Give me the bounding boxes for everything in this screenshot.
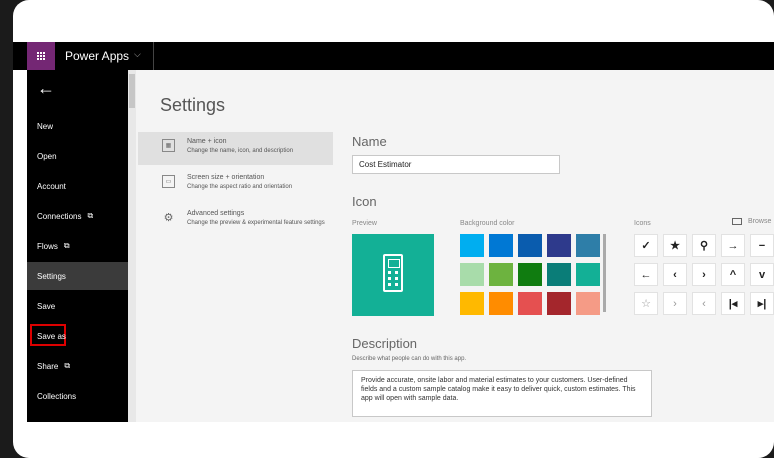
arrow-left-icon[interactable]: ← (634, 263, 658, 286)
color-swatch[interactable] (518, 263, 542, 286)
sidebar-item-collections[interactable]: Collections (27, 382, 128, 410)
search-icon[interactable]: ⚲ (692, 234, 716, 257)
settings-menu-screen-size[interactable]: ▭ Screen size + orientation Change the a… (138, 168, 333, 201)
sidebar-item-connections[interactable]: Connections ⧉ (27, 202, 128, 230)
sidebar-item-settings[interactable]: Settings (27, 262, 128, 290)
name-icon-icon: ▦ (162, 139, 175, 152)
color-swatch[interactable] (460, 292, 484, 315)
sidebar-item-label: Connections (37, 211, 82, 221)
sidebar-scrollbar[interactable] (128, 70, 136, 422)
color-swatch[interactable] (489, 234, 513, 257)
app-name-input[interactable]: Cost Estimator (352, 155, 560, 174)
external-link-icon: ⧉ (87, 211, 94, 220)
sidebar-item-label: Share (37, 361, 59, 371)
description-hint: Describe what people can do with this ap… (352, 356, 467, 362)
power-apps-window: Power Apps ⌵ ← New Open Account Connecti… (13, 42, 774, 422)
top-bar: Power Apps ⌵ (13, 42, 774, 70)
color-swatch[interactable] (547, 292, 571, 315)
browse-label: Browse (748, 218, 772, 225)
sidebar-item-save[interactable]: Save (27, 292, 128, 320)
palette-scrollbar[interactable] (603, 234, 606, 312)
chevron-right-icon[interactable]: › (692, 263, 716, 286)
star-icon[interactable]: ★ (663, 234, 687, 257)
icon-preview (352, 234, 434, 316)
settings-content: Settings ▦ Name + icon Change the name, … (136, 70, 774, 422)
calculator-icon (383, 254, 403, 292)
color-swatch[interactable] (460, 263, 484, 286)
app-launcher-icon[interactable] (27, 42, 55, 70)
page-title: Settings (160, 95, 226, 115)
screen-size-icon: ▭ (162, 175, 175, 188)
sidebar-item-label: Settings (37, 271, 66, 281)
sidebar-item-account[interactable]: Account (27, 172, 128, 200)
minus-icon[interactable]: − (750, 234, 774, 257)
color-swatch[interactable] (547, 263, 571, 286)
sidebar-item-save-as[interactable]: Save as (27, 322, 128, 350)
sidebar-item-label: Flows (37, 241, 58, 251)
chevron-down-icon[interactable]: v (750, 263, 774, 286)
chevron-down-icon[interactable]: ⌵ (134, 49, 141, 60)
sidebar-item-label: Open (37, 151, 57, 161)
folder-icon (732, 218, 742, 225)
color-swatch[interactable] (518, 292, 542, 315)
sidebar-item-label: Collections (37, 391, 77, 401)
color-swatch[interactable] (576, 263, 600, 286)
sidebar-item-flows[interactable]: Flows ⧉ (27, 232, 128, 260)
preview-label: Preview (352, 220, 377, 227)
sidebar-item-label: New (37, 121, 54, 131)
color-swatch[interactable] (518, 234, 542, 257)
back-arrow-icon[interactable]: ← (37, 78, 55, 99)
color-swatch[interactable] (489, 263, 513, 286)
skip-forward-icon[interactable]: ▸| (750, 292, 774, 315)
chevron-left-outline-icon[interactable]: ‹ (692, 292, 716, 315)
menu-item-subtitle: Change the preview & experimental featur… (187, 220, 325, 226)
menu-item-title: Screen size + orientation (187, 174, 265, 181)
sidebar-item-share[interactable]: Share ⧉ (27, 352, 128, 380)
sidebar-item-label: Save (37, 301, 56, 311)
skip-back-icon[interactable]: |◂ (721, 292, 745, 315)
icons-label: Icons (634, 220, 651, 227)
sidebar-item-open[interactable]: Open (27, 142, 128, 170)
gear-icon: ⚙ (163, 212, 174, 224)
chevron-up-icon[interactable]: ^ (721, 263, 745, 286)
settings-menu-advanced[interactable]: ⚙ Advanced settings Change the preview &… (138, 204, 333, 237)
divider (153, 42, 154, 70)
icon-heading: Icon (352, 194, 377, 209)
chevron-right-outline-icon[interactable]: › (663, 292, 687, 315)
sidebar-item-new[interactable]: New (27, 112, 128, 140)
background-color-label: Background color (460, 220, 515, 227)
color-swatch[interactable] (460, 234, 484, 257)
chevron-left-icon[interactable]: ‹ (663, 263, 687, 286)
menu-item-subtitle: Change the aspect ratio and orientation (187, 184, 293, 190)
menu-item-title: Name + icon (187, 138, 227, 145)
name-heading: Name (352, 134, 387, 149)
check-icon[interactable]: ✓ (634, 234, 658, 257)
color-swatch[interactable] (576, 292, 600, 315)
menu-item-title: Advanced settings (187, 210, 245, 217)
settings-menu-name-icon[interactable]: ▦ Name + icon Change the name, icon, and… (138, 132, 333, 165)
file-sidebar: ← New Open Account Connections ⧉ Flows ⧉ S… (27, 70, 128, 422)
color-swatch[interactable] (547, 234, 571, 257)
arrow-right-icon[interactable]: → (721, 234, 745, 257)
description-textarea[interactable]: Provide accurate, onsite labor and mater… (352, 370, 652, 417)
external-link-icon: ⧉ (63, 241, 70, 250)
app-title[interactable]: Power Apps (65, 49, 129, 63)
browse-button[interactable]: Browse (732, 218, 771, 225)
external-link-icon: ⧉ (64, 361, 71, 370)
scrollbar-thumb[interactable] (129, 74, 135, 108)
color-swatch[interactable] (489, 292, 513, 315)
sidebar-item-label: Account (37, 181, 66, 191)
description-heading: Description (352, 336, 418, 351)
star-outline-icon[interactable]: ☆ (634, 292, 658, 315)
menu-item-subtitle: Change the name, icon, and description (187, 148, 294, 154)
color-swatch[interactable] (576, 234, 600, 257)
sidebar-item-label: Save as (37, 331, 66, 341)
